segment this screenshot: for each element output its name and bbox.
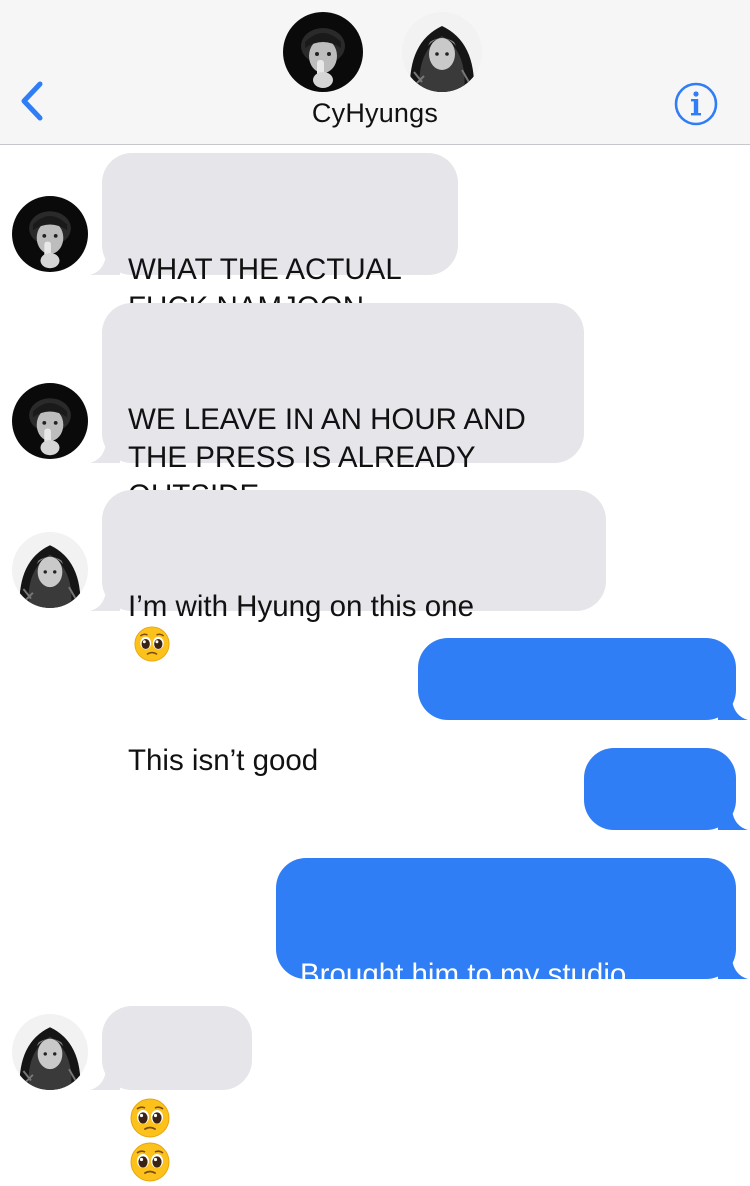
pleading-face-icon — [130, 1098, 170, 1138]
outgoing-message-bubble[interactable]: I JUST — [584, 748, 748, 881]
conversation-title[interactable]: CyHyungs — [0, 98, 750, 129]
sender-avatar[interactable] — [12, 532, 88, 608]
message-text-line-2: This isn’t good — [128, 744, 319, 777]
incoming-message-bubble[interactable]: I’m with Hyung on this one This isn’t go… — [90, 490, 606, 777]
conversation-header: CyHyungs — [0, 0, 750, 145]
group-member-avatar-2[interactable] — [402, 12, 482, 92]
incoming-emoji-bubble[interactable] — [90, 1006, 252, 1090]
pleading-face-icon — [130, 1142, 170, 1182]
sender-avatar[interactable] — [12, 196, 88, 272]
message-text-line-1: I’m with Hyung on this one — [128, 590, 474, 623]
sender-avatar[interactable] — [12, 1014, 88, 1090]
pleading-face-icon — [134, 626, 170, 662]
outgoing-message-bubble[interactable]: I DIDNT MEAN TO — [418, 638, 748, 771]
outgoing-message-bubble[interactable]: Brought him to my studio because he want… — [276, 858, 748, 1029]
message-text: Brought him to my studio because he want… — [300, 958, 666, 1029]
group-member-avatar-1[interactable] — [283, 12, 363, 92]
info-button[interactable] — [672, 80, 720, 128]
incoming-message-bubble[interactable]: WHAT THE ACTUAL FUCK NAMJOON — [90, 153, 458, 324]
incoming-message-bubble[interactable]: WE LEAVE IN AN HOUR AND THE PRESS IS ALR… — [90, 303, 584, 512]
info-circle-icon — [674, 82, 718, 126]
sender-avatar[interactable] — [12, 383, 88, 459]
